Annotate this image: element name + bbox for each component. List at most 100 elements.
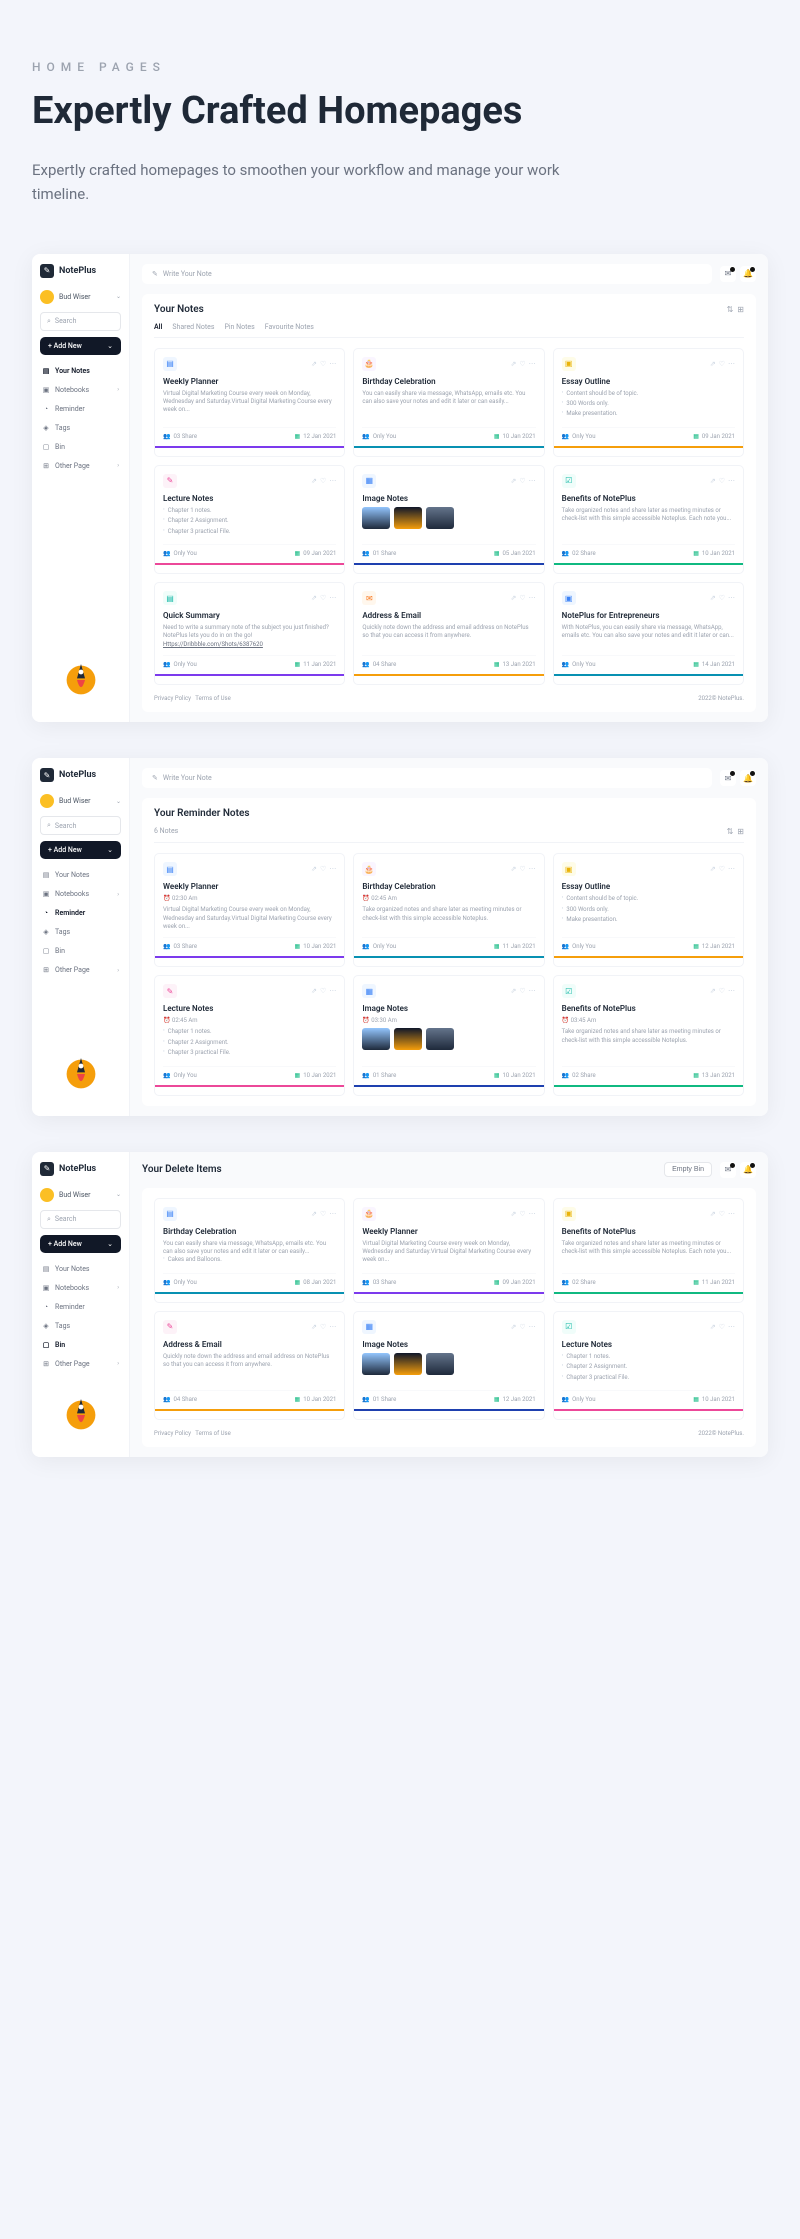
favorite-icon[interactable]: ♡ bbox=[719, 865, 725, 873]
favorite-icon[interactable]: ♡ bbox=[719, 477, 725, 485]
note-card[interactable]: ☑⇗ ♡ ⋯Benefits of NotePlusTake organized… bbox=[553, 465, 744, 574]
pin-icon[interactable]: ⇗ bbox=[511, 1323, 517, 1331]
pin-icon[interactable]: ⇗ bbox=[311, 477, 317, 485]
more-icon[interactable]: ⋯ bbox=[529, 865, 536, 873]
sidebar-item-notes[interactable]: ▤Your Notes bbox=[40, 1261, 121, 1277]
note-card[interactable]: ✎⇗ ♡ ⋯Lecture NotesChapter 1 notes.Chapt… bbox=[154, 465, 345, 574]
mail-icon[interactable]: ✉ bbox=[720, 770, 736, 786]
pin-icon[interactable]: ⇗ bbox=[511, 360, 517, 368]
note-card[interactable]: 🎂⇗ ♡ ⋯Birthday CelebrationYou can easily… bbox=[353, 348, 544, 457]
more-icon[interactable]: ⋯ bbox=[728, 865, 735, 873]
favorite-icon[interactable]: ♡ bbox=[320, 360, 326, 368]
more-icon[interactable]: ⋯ bbox=[728, 987, 735, 995]
sidebar-item-tags[interactable]: ◈Tags bbox=[40, 420, 121, 436]
pin-icon[interactable]: ⇗ bbox=[311, 865, 317, 873]
pin-icon[interactable]: ⇗ bbox=[710, 987, 716, 995]
note-card[interactable]: ▣⇗ ♡ ⋯Essay OutlineContent should be of … bbox=[553, 348, 744, 457]
sidebar-item-notebooks[interactable]: ▣Notebooks› bbox=[40, 886, 121, 902]
pin-icon[interactable]: ⇗ bbox=[710, 360, 716, 368]
sidebar-item-reminder[interactable]: ◔Reminder bbox=[40, 401, 121, 417]
sidebar-item-other[interactable]: ⊞Other Page› bbox=[40, 1356, 121, 1372]
favorite-icon[interactable]: ♡ bbox=[719, 360, 725, 368]
pin-icon[interactable]: ⇗ bbox=[511, 477, 517, 485]
user-menu[interactable]: Bud Wiser ⌄ bbox=[40, 290, 121, 304]
more-icon[interactable]: ⋯ bbox=[329, 594, 336, 602]
note-card[interactable]: ▤⇗ ♡ ⋯Weekly Planner⏰ 02:30 AmVirtual Di… bbox=[154, 853, 345, 967]
grid-view-icon[interactable]: ⊞ bbox=[737, 827, 744, 836]
more-icon[interactable]: ⋯ bbox=[728, 594, 735, 602]
logo[interactable]: ✎NotePlus bbox=[40, 768, 121, 782]
note-card[interactable]: ✉⇗ ♡ ⋯Address & EmailQuickly note down t… bbox=[353, 582, 544, 685]
pin-icon[interactable]: ⇗ bbox=[710, 1210, 716, 1218]
empty-bin-button[interactable]: Empty Bin bbox=[664, 1162, 712, 1177]
more-icon[interactable]: ⋯ bbox=[329, 987, 336, 995]
note-card[interactable]: ☑⇗ ♡ ⋯Benefits of NotePlus⏰ 03:45 AmTake… bbox=[553, 975, 744, 1095]
sidebar-item-tags[interactable]: ◈Tags bbox=[40, 1318, 121, 1334]
note-card[interactable]: ▣⇗ ♡ ⋯Essay OutlineContent should be of … bbox=[553, 853, 744, 967]
favorite-icon[interactable]: ♡ bbox=[320, 1210, 326, 1218]
pin-icon[interactable]: ⇗ bbox=[710, 865, 716, 873]
sidebar-item-tags[interactable]: ◈Tags bbox=[40, 924, 121, 940]
more-icon[interactable]: ⋯ bbox=[529, 360, 536, 368]
note-card[interactable]: ☑⇗ ♡ ⋯Lecture NotesChapter 1 notes.Chapt… bbox=[553, 1311, 744, 1420]
pin-icon[interactable]: ⇗ bbox=[511, 594, 517, 602]
sidebar-item-bin[interactable]: ▢Bin bbox=[40, 1337, 121, 1353]
more-icon[interactable]: ⋯ bbox=[529, 1210, 536, 1218]
filter-icon[interactable]: ⇅ bbox=[727, 827, 734, 836]
favorite-icon[interactable]: ♡ bbox=[719, 987, 725, 995]
more-icon[interactable]: ⋯ bbox=[529, 1323, 536, 1331]
sidebar-item-notes[interactable]: ▤Your Notes bbox=[40, 363, 121, 379]
tab-favourite[interactable]: Favourite Notes bbox=[265, 323, 314, 331]
privacy-link[interactable]: Privacy Policy bbox=[154, 1430, 191, 1437]
more-icon[interactable]: ⋯ bbox=[529, 987, 536, 995]
sidebar-item-notebooks[interactable]: ▣Notebooks› bbox=[40, 382, 121, 398]
bell-icon[interactable]: 🔔 bbox=[740, 770, 756, 786]
search-input[interactable]: ⌕Search bbox=[40, 816, 121, 835]
pin-icon[interactable]: ⇗ bbox=[511, 987, 517, 995]
terms-link[interactable]: Terms of Use bbox=[195, 695, 231, 702]
logo[interactable]: ✎NotePlus bbox=[40, 1162, 121, 1176]
sidebar-item-reminder[interactable]: ◔Reminder bbox=[40, 905, 121, 921]
search-input[interactable]: ⌕ Search bbox=[40, 312, 121, 331]
privacy-link[interactable]: Privacy Policy bbox=[154, 695, 191, 702]
user-menu[interactable]: Bud Wiser⌄ bbox=[40, 794, 121, 808]
sidebar-item-other[interactable]: ⊞Other Page› bbox=[40, 962, 121, 978]
favorite-icon[interactable]: ♡ bbox=[519, 1210, 525, 1218]
write-note-input[interactable]: ✎Write Your Note bbox=[142, 768, 712, 788]
note-card[interactable]: ✎⇗ ♡ ⋯Lecture Notes⏰ 02:45 AmChapter 1 n… bbox=[154, 975, 345, 1095]
sidebar-item-notebooks[interactable]: ▣Notebooks› bbox=[40, 1280, 121, 1296]
note-card[interactable]: ▤⇗ ♡ ⋯Quick SummaryNeed to write a summa… bbox=[154, 582, 345, 685]
tab-all[interactable]: All bbox=[154, 323, 162, 331]
sidebar-item-bin[interactable]: ▢Bin bbox=[40, 943, 121, 959]
note-card[interactable]: ✎⇗ ♡ ⋯Address & EmailQuickly note down t… bbox=[154, 1311, 345, 1420]
more-icon[interactable]: ⋯ bbox=[329, 865, 336, 873]
favorite-icon[interactable]: ♡ bbox=[719, 594, 725, 602]
favorite-icon[interactable]: ♡ bbox=[719, 1323, 725, 1331]
favorite-icon[interactable]: ♡ bbox=[519, 360, 525, 368]
note-card[interactable]: ▣⇗ ♡ ⋯Benefits of NotePlusTake organized… bbox=[553, 1198, 744, 1303]
add-new-button[interactable]: + Add New ⌄ bbox=[40, 337, 121, 355]
favorite-icon[interactable]: ♡ bbox=[320, 865, 326, 873]
note-card[interactable]: ▣⇗ ♡ ⋯NotePlus for EntrepreneursWith Not… bbox=[553, 582, 744, 685]
favorite-icon[interactable]: ♡ bbox=[719, 1210, 725, 1218]
more-icon[interactable]: ⋯ bbox=[329, 1323, 336, 1331]
add-new-button[interactable]: + Add New⌄ bbox=[40, 841, 121, 859]
pin-icon[interactable]: ⇗ bbox=[311, 360, 317, 368]
more-icon[interactable]: ⋯ bbox=[329, 477, 336, 485]
note-card[interactable]: ▤⇗ ♡ ⋯Weekly PlannerVirtual Digital Mark… bbox=[154, 348, 345, 457]
sidebar-item-reminder[interactable]: ◔Reminder bbox=[40, 1299, 121, 1315]
favorite-icon[interactable]: ♡ bbox=[519, 477, 525, 485]
grid-view-icon[interactable]: ⊞ bbox=[737, 305, 744, 314]
favorite-icon[interactable]: ♡ bbox=[320, 1323, 326, 1331]
mail-icon[interactable]: ✉ bbox=[720, 266, 736, 282]
favorite-icon[interactable]: ♡ bbox=[320, 594, 326, 602]
sidebar-item-other[interactable]: ⊞Other Page› bbox=[40, 458, 121, 474]
favorite-icon[interactable]: ♡ bbox=[320, 987, 326, 995]
bell-icon[interactable]: 🔔 bbox=[740, 1162, 756, 1178]
add-new-button[interactable]: + Add New⌄ bbox=[40, 1235, 121, 1253]
note-card[interactable]: ▦⇗ ♡ ⋯Image Notes👥 01 Share▦ 12 Jan 2021 bbox=[353, 1311, 544, 1420]
note-card[interactable]: 🎂⇗ ♡ ⋯Birthday Celebration⏰ 02:45 AmTake… bbox=[353, 853, 544, 967]
favorite-icon[interactable]: ♡ bbox=[519, 865, 525, 873]
pin-icon[interactable]: ⇗ bbox=[311, 1323, 317, 1331]
more-icon[interactable]: ⋯ bbox=[728, 1210, 735, 1218]
